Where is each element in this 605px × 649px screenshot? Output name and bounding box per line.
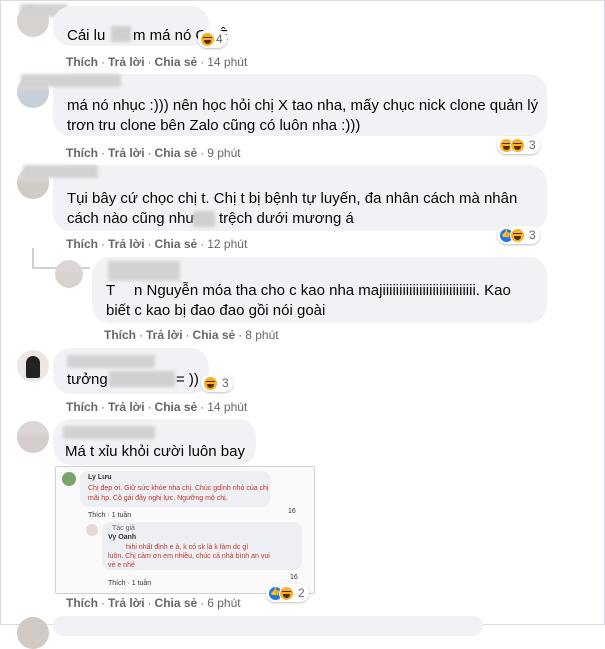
reaction-badge[interactable]: 2: [266, 584, 309, 602]
reaction-badge[interactable]: 3: [201, 374, 233, 392]
comment-bubble: Má t xỉu khỏi cười luôn bay: [53, 419, 256, 465]
comment-text: Má t xỉu khỏi cười luôn bay: [65, 443, 245, 460]
attached-screenshot[interactable]: Ly Lưu Chị đẹp ơi. Giữ sức khỏe nha chị.…: [55, 466, 315, 594]
haha-icon: [510, 227, 525, 243]
avatar: [62, 472, 76, 486]
share-link[interactable]: Chia sẻ: [155, 237, 198, 251]
like-link[interactable]: Thích: [66, 55, 98, 69]
timestamp[interactable]: 12 phút: [207, 237, 247, 251]
avatar[interactable]: [17, 421, 49, 453]
share-link[interactable]: Chia sẻ: [193, 328, 236, 342]
like-link[interactable]: Thích: [66, 400, 98, 414]
comment-bubble: T n Nguyễn móa tha cho c kao nha majiiii…: [92, 257, 547, 323]
reply-link[interactable]: Trả lời: [108, 400, 145, 414]
reply-link[interactable]: Trả lời: [108, 237, 145, 251]
blurred-text: [193, 211, 215, 227]
comment-actions: Thích · Trả lời · Chia sẻ · 6 phút: [66, 596, 241, 610]
blurred-name: [21, 74, 121, 87]
mini-comment-text: vẻ e nhé: [108, 562, 135, 569]
comment-actions: Thích · Trả lời · Chia sẻ · 8 phút: [104, 328, 279, 342]
comment-bubble: Tụi bây cứ chọc chị t. Chị t bị bệnh tự …: [23, 165, 547, 231]
mini-reaction: 16: [288, 508, 296, 515]
reaction-count: 3: [529, 228, 536, 242]
timestamp[interactable]: 14 phút: [207, 400, 247, 414]
comment-actions: Thích · Trả lời · Chia sẻ · 12 phút: [66, 237, 248, 251]
mini-commenter-name: Vy Oanh: [108, 534, 137, 541]
comment-actions: Thích · Trả lời · Chia sẻ · 9 phút: [66, 146, 241, 160]
blurred-name: [108, 261, 180, 281]
avatar: [86, 524, 98, 536]
comment-text: tưởng: [67, 371, 108, 388]
mini-actions: Thích · 1 tuần: [108, 580, 152, 587]
haha-icon: [203, 375, 218, 391]
share-link[interactable]: Chia sẻ: [155, 55, 198, 69]
reaction-count: 3: [529, 138, 536, 152]
profile-photo: [26, 356, 40, 378]
like-link[interactable]: Thích: [66, 596, 98, 610]
mini-comment-text: hihi nhất định e à, k có sk là k làm dc …: [126, 544, 249, 551]
reaction-count: 4: [216, 32, 223, 46]
mini-commenter-name: Ly Lưu: [88, 474, 112, 481]
reply-link[interactable]: Trả lời: [108, 55, 145, 69]
haha-icon: [510, 137, 525, 153]
reply-link[interactable]: Trả lời: [108, 146, 145, 160]
share-link[interactable]: Chia sẻ: [155, 146, 198, 160]
comment-text: trơn tru clone bên Zalo cũng có luôn nha…: [67, 117, 361, 134]
mini-comment-text: mãi hp. Cô gái đầy nghị lực. Ngưỡng mộ c…: [88, 495, 228, 502]
timestamp[interactable]: 14 phút: [207, 55, 247, 69]
blurred-name: [23, 165, 98, 178]
comment-actions: Thích · Trả lời · Chia sẻ · 14 phút: [66, 55, 248, 69]
mini-actions: Thích · 1 tuần: [88, 512, 132, 519]
like-link[interactable]: Thích: [66, 146, 98, 160]
mini-comment-text: luôn. Chị cảm ơn em nhiều, chúc cả nhà b…: [108, 553, 270, 560]
reaction-badge[interactable]: 3: [497, 136, 540, 154]
comment-bubble: Cái lu m má nó QUÊ: [53, 6, 228, 46]
comment-actions: Thích · Trả lời · Chia sẻ · 14 phút: [66, 400, 248, 414]
haha-icon: [279, 585, 294, 601]
comment-text: Cái lu: [67, 27, 106, 44]
reply-link[interactable]: Trả lời: [108, 596, 145, 610]
mini-tag: Tác giả: [112, 525, 135, 532]
mini-reaction: 16: [290, 574, 298, 581]
comment-text: biết c kao bị đao đao gồi nói goài: [106, 302, 326, 319]
avatar[interactable]: [17, 350, 49, 382]
reply-link[interactable]: Trả lời: [146, 328, 183, 342]
comment-text: T: [106, 282, 116, 299]
comment-text: = )): [176, 371, 199, 388]
avatar[interactable]: [55, 260, 83, 288]
reaction-badge[interactable]: 3: [497, 226, 540, 244]
comment-text: má nó nhục :))) nên học hỏi chị X tao nh…: [67, 97, 539, 114]
avatar[interactable]: [17, 617, 49, 649]
timestamp[interactable]: 6 phút: [207, 596, 240, 610]
reaction-count: 3: [222, 376, 229, 390]
comment-bubble: má nó nhục :))) nên học hỏi chị X tao nh…: [21, 74, 547, 136]
mini-comment-text: Chị đẹp ơi. Giữ sức khỏe nha chị. Chúc g…: [88, 485, 269, 492]
reaction-count: 2: [298, 586, 305, 600]
comment-bubble: tưởng = )): [53, 348, 209, 394]
share-link[interactable]: Chia sẻ: [155, 400, 198, 414]
blurred-text: [109, 371, 175, 387]
comment-text: Tụi bây cứ chọc chị t. Chị t bị bệnh tự …: [67, 190, 518, 207]
like-link[interactable]: Thích: [66, 237, 98, 251]
haha-icon: [200, 31, 215, 47]
blurred-name: [63, 426, 155, 439]
timestamp[interactable]: 8 phút: [245, 328, 278, 342]
comment-text: cách nào cũng như: [67, 210, 196, 227]
like-link[interactable]: Thích: [104, 328, 136, 342]
reply-thread-line: [32, 248, 34, 268]
blurred-text: [111, 26, 131, 42]
timestamp[interactable]: 9 phút: [207, 146, 240, 160]
comment-bubble: [53, 616, 483, 636]
reaction-badge[interactable]: 4: [198, 30, 227, 48]
blurred-name: [67, 355, 155, 368]
comment-text: n Nguyễn móa tha cho c kao nha majiiiiii…: [134, 282, 511, 299]
share-link[interactable]: Chia sẻ: [155, 596, 198, 610]
comment-text: trệch dưới mương á: [219, 210, 354, 227]
